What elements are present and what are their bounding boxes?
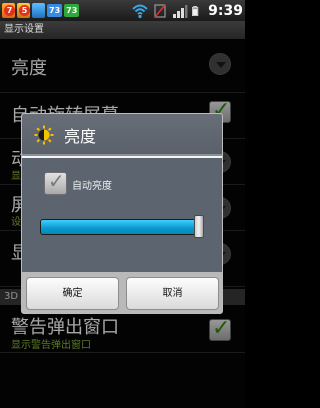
- notification-badge-icon: 5: [17, 3, 30, 18]
- dialog-title: 亮度: [64, 127, 97, 146]
- slider-thumb[interactable]: [194, 215, 204, 238]
- dialog-buttons: 确定 取消: [22, 272, 222, 313]
- notification-area: 7 5 73 73: [2, 1, 80, 20]
- dialog-header: 亮度: [22, 114, 222, 156]
- status-chip: 73: [47, 4, 63, 17]
- notification-count: 5: [19, 5, 30, 16]
- auto-brightness-checkbox[interactable]: [44, 169, 67, 195]
- slider-fill: [41, 220, 200, 234]
- ok-button[interactable]: 确定: [26, 277, 119, 310]
- app-notification-icon: [32, 3, 45, 18]
- system-icons: 9:39: [132, 1, 243, 20]
- brightness-slider[interactable]: [40, 219, 202, 235]
- signal-off-icon: [154, 3, 166, 18]
- wifi-icon: [132, 4, 148, 18]
- signal-bars-icon: [173, 4, 188, 18]
- screen-title: 显示设置: [0, 21, 245, 39]
- status-bar: 7 5 73 73 9:39: [0, 0, 245, 21]
- clock: 9:39: [208, 2, 243, 19]
- notification-count: 7: [4, 5, 15, 16]
- notification-badge-icon: 7: [2, 3, 15, 18]
- dialog-body: 自动亮度: [22, 158, 222, 272]
- brightness-dialog: 亮度 自动亮度 确定 取消: [21, 113, 223, 314]
- auto-brightness-label: 自动亮度: [72, 181, 112, 192]
- cancel-button[interactable]: 取消: [126, 277, 219, 310]
- battery-icon: [192, 5, 199, 16]
- brightness-icon: [34, 125, 54, 145]
- status-chip: 73: [64, 4, 80, 17]
